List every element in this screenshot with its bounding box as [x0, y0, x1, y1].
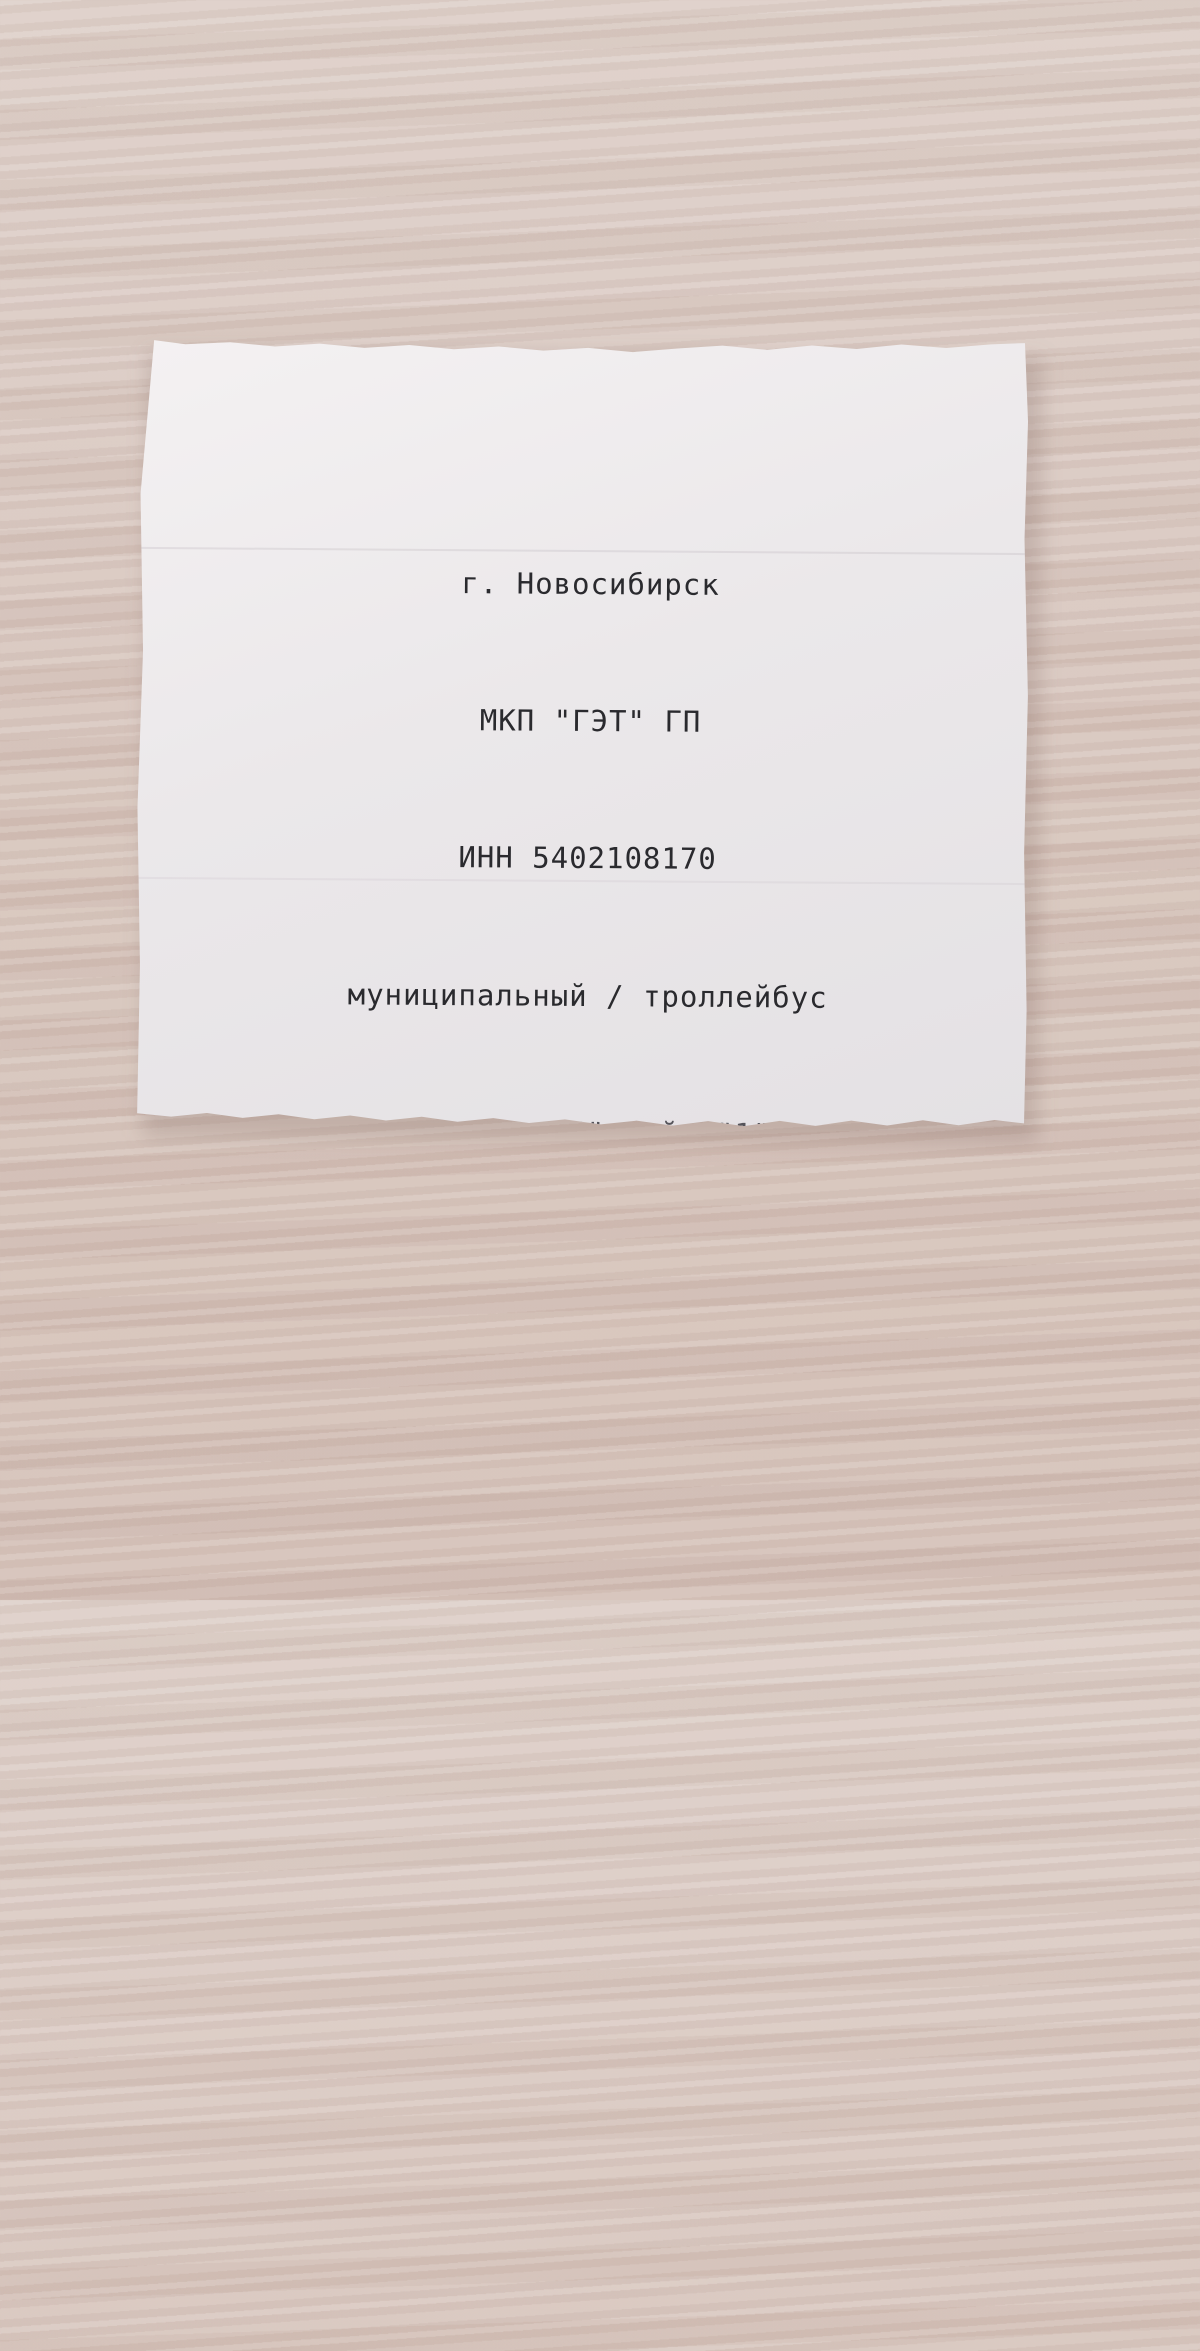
receipt-transaction-number: НОМЕР ТРАНЗАКЦИИ: 988358935 — [330, 1801, 830, 1839]
receipt-tariff: безлимитная СТК — [246, 2075, 524, 2112]
receipt-company: МКП "ГЭТ" ГП — [479, 703, 702, 739]
receipt-card: КАРТА: 9643905403311927222 — [337, 1938, 819, 1977]
receipt-datetime: 22/05/2021 15:02:35 — [410, 1252, 762, 1289]
receipt-city: г. Новосибирск — [461, 565, 720, 602]
receipt-inn: ИНН 5402108170 — [458, 840, 717, 877]
receipt-transport-type: муниципальный / троллейбус — [347, 977, 828, 1015]
receipt-ticket-series: СЕРИЯ БИЛЕТА: 0005404F15 — [358, 1526, 802, 1564]
receipt-get-receipt: Получить чек: www.t-karta.ru — [321, 2213, 839, 2252]
receipt-text-block: г. Новосибирск МКП "ГЭТ" ГП ИНН 54021081… — [127, 467, 1035, 2351]
receipt-terminal-id: Идентификатор терминала:T020245 — [295, 1388, 869, 1427]
receipt-ticket-number: № БИЛЕТА:60A91D0B21E4E173C825D9 — [292, 1663, 866, 1702]
paper-ticket-receipt: г. Новосибирск МКП "ГЭТ" ГП ИНН 54021081… — [135, 337, 1035, 1128]
